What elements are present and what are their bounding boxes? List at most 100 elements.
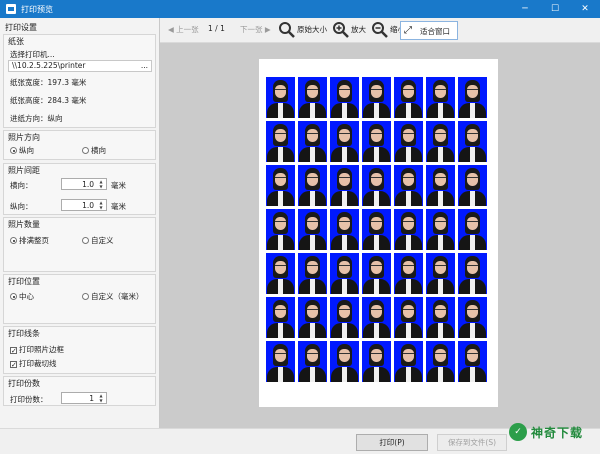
- position-custom-label: 自定义（毫米）: [91, 292, 144, 301]
- id-photo: [298, 121, 327, 162]
- radio-checked-icon: [10, 293, 17, 300]
- id-photo: [298, 165, 327, 206]
- close-button[interactable]: ✕: [570, 0, 600, 18]
- quantity-custom-label: 自定义: [91, 236, 114, 245]
- id-photo: [298, 341, 327, 382]
- id-photo: [362, 253, 391, 294]
- minimize-button[interactable]: ─: [510, 0, 540, 18]
- original-size-button[interactable]: 原始大小: [297, 24, 327, 35]
- print-border-checkbox[interactable]: ✓ 打印照片边框: [10, 344, 64, 355]
- orientation-landscape-label: 横向: [91, 146, 106, 155]
- id-photo: [426, 165, 455, 206]
- position-custom-radio[interactable]: 自定义（毫米）: [82, 291, 144, 302]
- preview-toolbar: ◀ 上一张 1 / 1 下一张 ▶ 原始大小 放大 缩小 ⤢ 适合窗口: [160, 18, 600, 43]
- print-cut-label: 打印裁切线: [19, 359, 57, 368]
- spacing-vertical-unit: 毫米: [111, 202, 126, 211]
- id-photo: [426, 297, 455, 338]
- feed-direction: 进纸方向：纵向: [10, 114, 63, 123]
- id-photo: [394, 253, 423, 294]
- spacing-group-title: 照片间距: [8, 166, 40, 175]
- id-photo: [266, 209, 295, 250]
- panel-title: 打印设置: [5, 23, 37, 32]
- spinner-arrows-icon[interactable]: ▲ ▼: [97, 393, 105, 403]
- id-photo: [362, 341, 391, 382]
- printer-field[interactable]: \\10.2.5.225\printer ...: [8, 60, 152, 72]
- radio-checked-icon: [10, 237, 17, 244]
- spacing-vertical-label: 纵向：: [10, 202, 33, 211]
- id-photo: [362, 77, 391, 118]
- preview-area[interactable]: [160, 43, 600, 428]
- id-photo: [394, 77, 423, 118]
- id-photo: [426, 77, 455, 118]
- id-photo: [426, 121, 455, 162]
- copies-spinner[interactable]: 1 ▲ ▼: [61, 392, 107, 404]
- id-photo: [266, 297, 295, 338]
- fit-window-button[interactable]: ⤢ 适合窗口: [400, 21, 458, 40]
- copies-label: 打印份数：: [10, 395, 48, 404]
- orientation-landscape-radio[interactable]: 横向: [82, 145, 106, 156]
- id-photo: [330, 121, 359, 162]
- id-photo: [458, 209, 487, 250]
- spacing-vertical-value: 1.0: [82, 200, 94, 210]
- maximize-button[interactable]: ☐: [540, 0, 570, 18]
- position-center-label: 中心: [19, 292, 34, 301]
- next-page-button[interactable]: 下一张 ▶: [240, 24, 271, 35]
- original-size-icon[interactable]: [278, 21, 296, 39]
- printer-app-icon: [6, 4, 16, 14]
- printer-path: \\10.2.5.225\printer: [12, 61, 86, 70]
- quantity-full-page-label: 排满整页: [19, 236, 49, 245]
- paper-group: 纸张 选择打印机... \\10.2.5.225\printer ... 纸张宽…: [3, 34, 156, 128]
- id-photo: [362, 121, 391, 162]
- print-cut-checkbox[interactable]: ✓ 打印裁切线: [10, 358, 57, 369]
- paper-width: 纸张宽度：197.3 毫米: [10, 78, 87, 87]
- id-photo: [330, 297, 359, 338]
- settings-panel: 打印设置 纸张 选择打印机... \\10.2.5.225\printer ..…: [0, 18, 160, 428]
- photo-grid: [266, 77, 490, 387]
- browse-printer-button[interactable]: ...: [141, 61, 148, 71]
- spinner-arrows-icon[interactable]: ▲ ▼: [97, 179, 105, 189]
- id-photo: [394, 209, 423, 250]
- orientation-portrait-radio[interactable]: 纵向: [10, 145, 34, 156]
- next-page-label: 下一张: [240, 25, 263, 34]
- zoom-in-icon[interactable]: [332, 21, 350, 39]
- paper-group-title: 纸张: [8, 37, 24, 46]
- spacing-horizontal-unit: 毫米: [111, 181, 126, 190]
- watermark: ✓ 神奇下载: [509, 420, 599, 444]
- prev-page-button[interactable]: ◀ 上一张: [168, 24, 199, 35]
- id-photo: [266, 165, 295, 206]
- lines-group-title: 打印线条: [8, 329, 40, 338]
- id-photo: [394, 341, 423, 382]
- id-photo: [458, 77, 487, 118]
- id-photo: [458, 165, 487, 206]
- zoom-out-icon[interactable]: [371, 21, 389, 39]
- id-photo: [426, 253, 455, 294]
- id-photo: [458, 253, 487, 294]
- quantity-full-page-radio[interactable]: 排满整页: [10, 235, 49, 246]
- id-photo: [298, 77, 327, 118]
- position-group: 打印位置 中心 自定义（毫米）: [3, 274, 156, 324]
- quantity-custom-radio[interactable]: 自定义: [82, 235, 114, 246]
- save-to-file-button[interactable]: 保存到文件(S): [437, 434, 507, 451]
- spacing-horizontal-spinner[interactable]: 1.0 ▲ ▼: [61, 178, 107, 190]
- orientation-group: 照片方向 纵向 横向: [3, 130, 156, 160]
- title-bar: 打印预览 ─ ☐ ✕: [0, 0, 600, 18]
- spinner-arrows-icon[interactable]: ▲ ▼: [97, 200, 105, 210]
- lines-group: 打印线条 ✓ 打印照片边框 ✓ 打印裁切线: [3, 326, 156, 374]
- page-indicator: 1 / 1: [208, 24, 225, 33]
- id-photo: [330, 341, 359, 382]
- spacing-vertical-spinner[interactable]: 1.0 ▲ ▼: [61, 199, 107, 211]
- checkbox-checked-icon: ✓: [10, 361, 17, 369]
- id-photo: [266, 121, 295, 162]
- orientation-portrait-label: 纵向: [19, 146, 34, 155]
- id-photo: [266, 253, 295, 294]
- watermark-text: 神奇下载: [531, 425, 584, 440]
- id-photo: [330, 77, 359, 118]
- zoom-in-button[interactable]: 放大: [351, 24, 366, 35]
- position-center-radio[interactable]: 中心: [10, 291, 34, 302]
- print-button[interactable]: 打印(P): [356, 434, 428, 451]
- id-photo: [298, 253, 327, 294]
- id-photo: [298, 209, 327, 250]
- spacing-horizontal-value: 1.0: [82, 179, 94, 189]
- id-photo: [394, 297, 423, 338]
- copies-group: 打印份数 打印份数： 1 ▲ ▼: [3, 376, 156, 406]
